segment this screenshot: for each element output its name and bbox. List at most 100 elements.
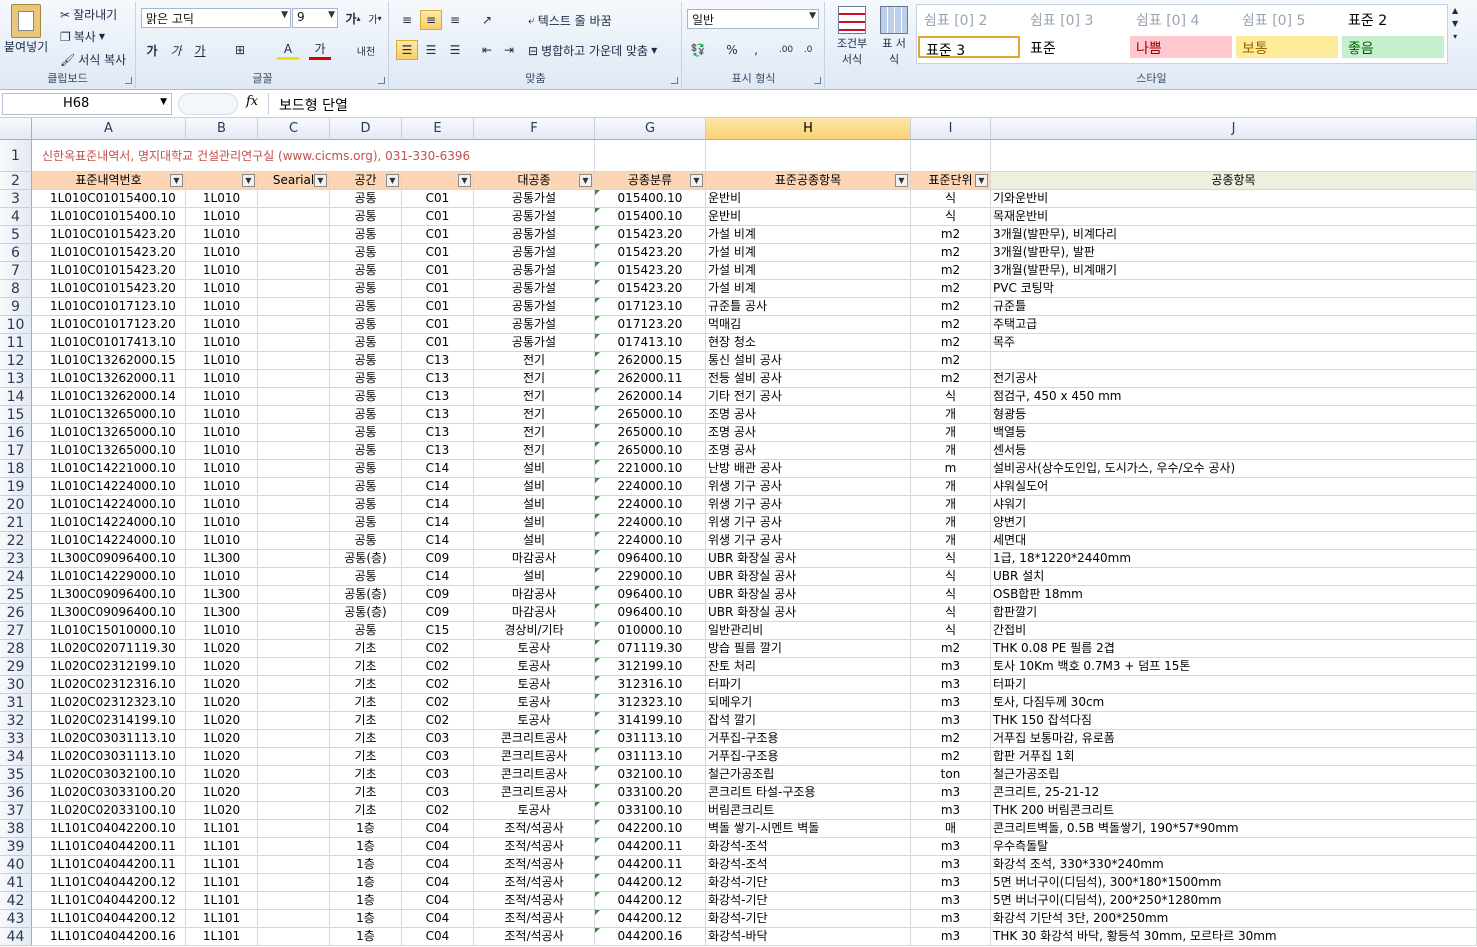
- cell[interactable]: 017123.20: [595, 316, 706, 334]
- cell[interactable]: 공통가설: [474, 226, 595, 244]
- cell[interactable]: C04: [402, 838, 474, 856]
- name-box[interactable]: H68 ▼: [2, 93, 172, 115]
- cell[interactable]: 규준틀 공사: [706, 298, 911, 316]
- cell[interactable]: 백열등: [991, 424, 1477, 442]
- row-header[interactable]: 16: [0, 424, 32, 442]
- row-header[interactable]: 30: [0, 676, 32, 694]
- row-header[interactable]: 26: [0, 604, 32, 622]
- cell[interactable]: 1L300: [186, 550, 258, 568]
- cell[interactable]: m3: [911, 676, 991, 694]
- row-header[interactable]: 15: [0, 406, 32, 424]
- style-item[interactable]: 쉼표 [0] 2: [918, 8, 1020, 30]
- cell[interactable]: 1L300: [186, 586, 258, 604]
- cell[interactable]: 공통: [330, 406, 402, 424]
- cell[interactable]: m2: [911, 352, 991, 370]
- cell[interactable]: 5면 버너구이(디딤석), 300*180*1500mm: [991, 874, 1477, 892]
- column-header-d[interactable]: D: [330, 118, 402, 140]
- cell[interactable]: 1L010: [186, 190, 258, 208]
- cell[interactable]: 콘크리트, 25-21-12: [991, 784, 1477, 802]
- cell[interactable]: 096400.10: [595, 604, 706, 622]
- cell[interactable]: 방습 필름 깔기: [706, 640, 911, 658]
- cell[interactable]: 마감공사: [474, 604, 595, 622]
- cell[interactable]: 난방 배관 공사: [706, 460, 911, 478]
- cell[interactable]: 조명 공사: [706, 424, 911, 442]
- cell[interactable]: 공통: [330, 352, 402, 370]
- filter-dropdown-icon[interactable]: ▼: [386, 174, 399, 187]
- cell[interactable]: 공통: [330, 226, 402, 244]
- cell[interactable]: 015423.20: [595, 244, 706, 262]
- cell[interactable]: C01: [402, 334, 474, 352]
- cell[interactable]: 1L101: [186, 820, 258, 838]
- cell[interactable]: 개: [911, 514, 991, 532]
- cell[interactable]: C02: [402, 676, 474, 694]
- cell[interactable]: m3: [911, 856, 991, 874]
- cell[interactable]: 3개월(발판무), 비계다리: [991, 226, 1477, 244]
- cell[interactable]: 032100.10: [595, 766, 706, 784]
- filter-dropdown-icon[interactable]: ▼: [690, 174, 703, 187]
- cell[interactable]: 토공사: [474, 712, 595, 730]
- cell[interactable]: 공통: [330, 532, 402, 550]
- formula-input[interactable]: 보드형 단열: [268, 93, 1477, 115]
- cell[interactable]: 017123.10: [595, 298, 706, 316]
- cell[interactable]: 개: [911, 442, 991, 460]
- cell[interactable]: 식: [911, 208, 991, 226]
- cell[interactable]: 1L010C01017413.10: [32, 334, 186, 352]
- cell[interactable]: 식: [911, 568, 991, 586]
- cell[interactable]: 양변기: [991, 514, 1477, 532]
- cell[interactable]: C13: [402, 388, 474, 406]
- cell[interactable]: 1L020C03032100.10: [32, 766, 186, 784]
- cell[interactable]: 1L020C03031113.10: [32, 730, 186, 748]
- cell[interactable]: 1L010C14224000.10: [32, 532, 186, 550]
- cell[interactable]: THK 150 잡석다짐: [991, 712, 1477, 730]
- cell[interactable]: [258, 874, 330, 892]
- column-header-c[interactable]: C: [258, 118, 330, 140]
- cell[interactable]: C04: [402, 820, 474, 838]
- row-header[interactable]: 41: [0, 874, 32, 892]
- cell[interactable]: 1L010: [186, 388, 258, 406]
- cell[interactable]: 형광등: [991, 406, 1477, 424]
- cell[interactable]: C14: [402, 460, 474, 478]
- cell[interactable]: 설비: [474, 514, 595, 532]
- decrease-indent-button[interactable]: ⇤: [476, 40, 498, 60]
- decrease-decimal-button[interactable]: .0: [797, 40, 819, 60]
- cell[interactable]: 합판 거푸집 1회: [991, 748, 1477, 766]
- cell[interactable]: m2: [911, 640, 991, 658]
- paste-button[interactable]: 붙여넣기: [4, 4, 48, 55]
- cell[interactable]: [258, 496, 330, 514]
- cell[interactable]: 1L010: [186, 568, 258, 586]
- cell[interactable]: [258, 406, 330, 424]
- cell[interactable]: 044200.12: [595, 874, 706, 892]
- cell[interactable]: m2: [911, 334, 991, 352]
- row-header[interactable]: 1: [0, 140, 32, 172]
- cell[interactable]: 312316.10: [595, 676, 706, 694]
- cut-button[interactable]: ✂ 잘라내기: [60, 6, 117, 23]
- cell[interactable]: 규준틀: [991, 298, 1477, 316]
- cell[interactable]: 토공사: [474, 658, 595, 676]
- cell[interactable]: 설비공사(상수도인입, 도시가스, 우수/오수 공사): [991, 460, 1477, 478]
- cell[interactable]: 잔토 처리: [706, 658, 911, 676]
- cell[interactable]: C01: [402, 316, 474, 334]
- cell[interactable]: 화강석-바닥: [706, 928, 911, 946]
- cell[interactable]: 기초: [330, 784, 402, 802]
- cell[interactable]: [258, 622, 330, 640]
- cell[interactable]: 1L010C01015423.20: [32, 262, 186, 280]
- cell[interactable]: 1L020C02312316.10: [32, 676, 186, 694]
- cell[interactable]: 1L010C14221000.10: [32, 460, 186, 478]
- cell[interactable]: [258, 928, 330, 946]
- cell[interactable]: 위생 기구 공사: [706, 496, 911, 514]
- cell[interactable]: 265000.10: [595, 424, 706, 442]
- format-table-button[interactable]: 표 서식: [876, 6, 912, 67]
- cell[interactable]: 1L010: [186, 406, 258, 424]
- cell[interactable]: C03: [402, 730, 474, 748]
- cell[interactable]: C14: [402, 568, 474, 586]
- cell[interactable]: 1L020C02033100.10: [32, 802, 186, 820]
- cell[interactable]: [258, 334, 330, 352]
- cell[interactable]: 설비: [474, 496, 595, 514]
- cell[interactable]: C04: [402, 874, 474, 892]
- cell[interactable]: [258, 694, 330, 712]
- cell[interactable]: [258, 838, 330, 856]
- cell[interactable]: 1L010C14224000.10: [32, 496, 186, 514]
- cell[interactable]: UBR 설치: [991, 568, 1477, 586]
- table-header-cell[interactable]: 공종분류 ▼: [595, 172, 706, 190]
- cell[interactable]: 식: [911, 190, 991, 208]
